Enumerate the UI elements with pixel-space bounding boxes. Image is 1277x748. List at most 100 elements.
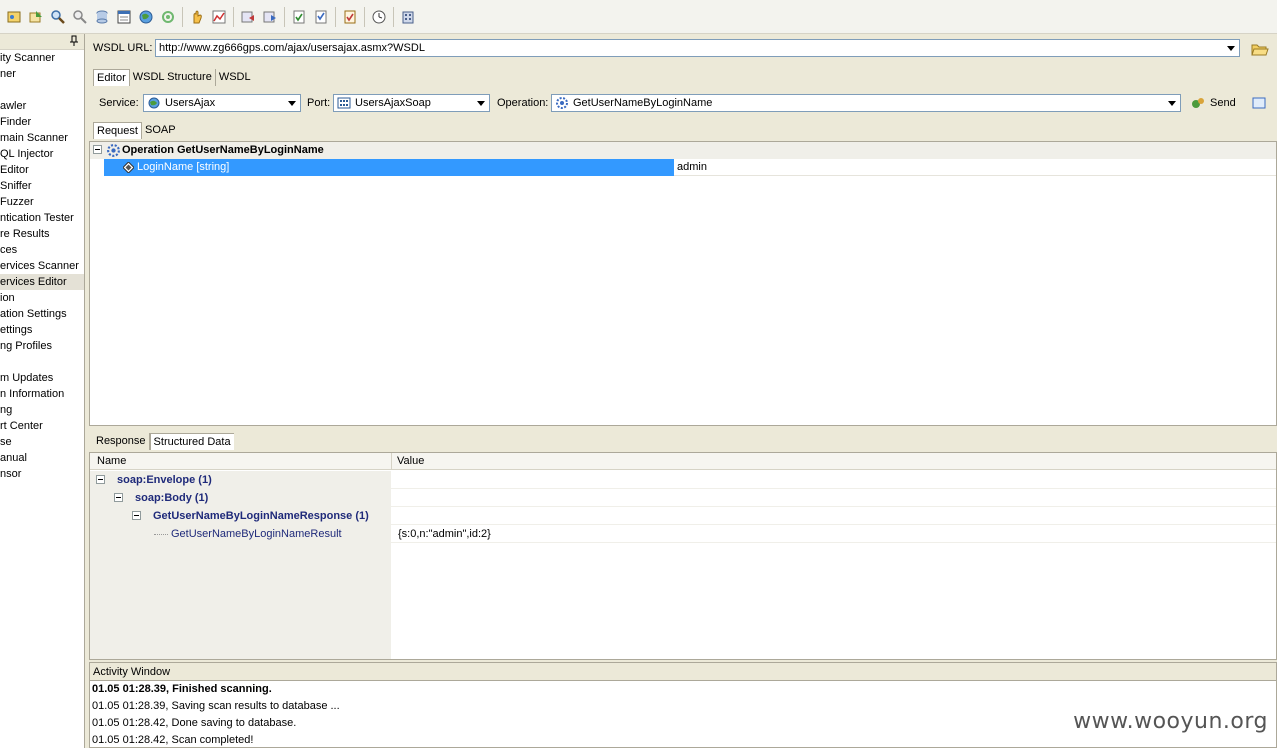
editor-tabs: Editor WSDL Structure WSDL <box>93 69 254 86</box>
toolbar-separator <box>393 6 394 27</box>
operation-header: Operation GetUserNameByLoginName <box>122 144 324 156</box>
sidebar-header <box>0 34 84 50</box>
sidebar-item[interactable]: Finder <box>0 114 84 130</box>
sidebar-item[interactable]: nsor <box>0 466 84 482</box>
request-tabs: Request SOAP <box>93 122 179 139</box>
forward-icon[interactable] <box>260 7 280 27</box>
collapse-icon[interactable] <box>96 475 105 484</box>
help-button[interactable] <box>1251 94 1277 112</box>
param-name-cell[interactable]: LoginName [string] <box>104 159 674 176</box>
sidebar-item[interactable]: awler <box>0 98 84 114</box>
import-icon[interactable] <box>26 7 46 27</box>
task-icon[interactable] <box>340 7 360 27</box>
search-icon[interactable] <box>48 7 68 27</box>
sidebar-item[interactable]: ner <box>0 66 84 82</box>
sidebar-item[interactable]: m Updates <box>0 370 84 386</box>
sidebar-list: ity Scanner ner awler Finder main Scanne… <box>0 50 84 482</box>
activity-window: Activity Window 01.05 01:28.39, Finished… <box>89 662 1277 748</box>
sidebar-item[interactable]: rt Center <box>0 418 84 434</box>
sidebar-item-web-services-editor[interactable]: ervices Editor <box>0 274 84 290</box>
chevron-down-icon[interactable] <box>285 96 299 110</box>
tree-row[interactable]: GetUserNameByLoginNameResult {s:0,n:"adm… <box>90 525 1276 543</box>
collapse-icon[interactable] <box>93 145 102 154</box>
col-value-header[interactable]: Value <box>397 455 424 467</box>
tab-editor[interactable]: Editor <box>93 69 130 86</box>
sidebar-item[interactable]: QL Injector <box>0 146 84 162</box>
param-row[interactable]: LoginName [string] admin <box>90 159 1276 176</box>
find-icon[interactable] <box>70 7 90 27</box>
sidebar-item[interactable] <box>0 82 84 98</box>
sidebar-item[interactable] <box>0 354 84 370</box>
pin-icon[interactable] <box>69 35 79 47</box>
database-icon[interactable] <box>92 7 112 27</box>
tree-connector <box>154 534 168 535</box>
chart-icon[interactable] <box>209 7 229 27</box>
toolbar <box>0 0 1277 34</box>
collapse-icon[interactable] <box>114 493 123 502</box>
sidebar-item[interactable]: ng Profiles <box>0 338 84 354</box>
sidebar-item[interactable]: ettings <box>0 322 84 338</box>
param-value-cell[interactable]: admin <box>674 159 1276 176</box>
sidebar-item[interactable]: Fuzzer <box>0 194 84 210</box>
wsdl-url-label: WSDL URL: <box>93 42 153 54</box>
tab-wsdl-structure[interactable]: WSDL Structure <box>130 69 216 86</box>
chevron-down-icon[interactable] <box>474 96 488 110</box>
sidebar-item[interactable]: Editor <box>0 162 84 178</box>
send-button[interactable]: Send <box>1190 94 1236 112</box>
open-folder-icon[interactable] <box>1249 39 1271 59</box>
chevron-down-icon[interactable] <box>1224 41 1238 55</box>
response-tabs: Response Structured Data <box>93 433 234 450</box>
tab-structured-data[interactable]: Structured Data <box>149 433 234 450</box>
sidebar-item[interactable]: ng <box>0 402 84 418</box>
tab-response[interactable]: Response <box>93 433 150 450</box>
back-icon[interactable] <box>238 7 258 27</box>
tree-row[interactable]: soap:Body (1) <box>90 489 1276 507</box>
request-grid: Operation GetUserNameByLoginName LoginNa… <box>89 141 1277 426</box>
column-divider[interactable] <box>391 453 392 470</box>
tree-row[interactable]: GetUserNameByLoginNameResponse (1) <box>90 507 1276 525</box>
sidebar-item[interactable]: ity Scanner <box>0 50 84 66</box>
port-select[interactable]: UsersAjaxSoap <box>333 94 490 112</box>
clock-icon[interactable] <box>369 7 389 27</box>
sidebar-item[interactable]: se <box>0 434 84 450</box>
port-icon <box>337 97 351 109</box>
target-icon[interactable] <box>158 7 178 27</box>
service-icon <box>148 97 160 109</box>
service-select[interactable]: UsersAjax <box>143 94 301 112</box>
operation-row[interactable]: Operation GetUserNameByLoginName <box>90 142 1276 159</box>
page-check-icon[interactable] <box>289 7 309 27</box>
globe-icon[interactable] <box>136 7 156 27</box>
sidebar-item[interactable]: Sniffer <box>0 178 84 194</box>
wsdl-url-input[interactable]: http://www.zg666gps.com/ajax/usersajax.a… <box>155 39 1240 57</box>
tab-soap[interactable]: SOAP <box>142 122 179 139</box>
tab-request[interactable]: Request <box>93 122 142 139</box>
building-icon[interactable] <box>398 7 418 27</box>
hand-icon[interactable] <box>187 7 207 27</box>
report-icon[interactable] <box>114 7 134 27</box>
chevron-down-icon[interactable] <box>1165 96 1179 110</box>
response-tree: Name Value soap:Envelope (1) soap:Body (… <box>89 452 1277 660</box>
sidebar-item[interactable]: ion <box>0 290 84 306</box>
sidebar-item[interactable]: anual <box>0 450 84 466</box>
list-check-icon[interactable] <box>311 7 331 27</box>
scan-icon[interactable] <box>4 7 24 27</box>
sidebar-item[interactable]: re Results <box>0 226 84 242</box>
service-label: Service: <box>99 97 139 109</box>
collapse-icon[interactable] <box>132 511 141 520</box>
toolbar-separator <box>233 6 234 27</box>
tab-wsdl[interactable]: WSDL <box>216 69 254 86</box>
response-header: Name Value <box>90 453 1276 470</box>
sidebar-item[interactable]: ervices Scanner <box>0 258 84 274</box>
sidebar-item[interactable]: ation Settings <box>0 306 84 322</box>
sidebar-item[interactable]: n Information <box>0 386 84 402</box>
col-name-header[interactable]: Name <box>97 455 126 467</box>
sidebar-item[interactable]: ntication Tester <box>0 210 84 226</box>
port-label: Port: <box>307 97 331 109</box>
send-icon <box>1192 98 1204 108</box>
gear-icon <box>556 97 568 109</box>
sidebar-item[interactable]: main Scanner <box>0 130 84 146</box>
sidebar-item[interactable]: ces <box>0 242 84 258</box>
tree-row[interactable]: soap:Envelope (1) <box>90 471 1276 489</box>
operation-select[interactable]: GetUserNameByLoginName <box>551 94 1181 112</box>
sidebar-tree: ity Scanner ner awler Finder main Scanne… <box>0 34 85 748</box>
